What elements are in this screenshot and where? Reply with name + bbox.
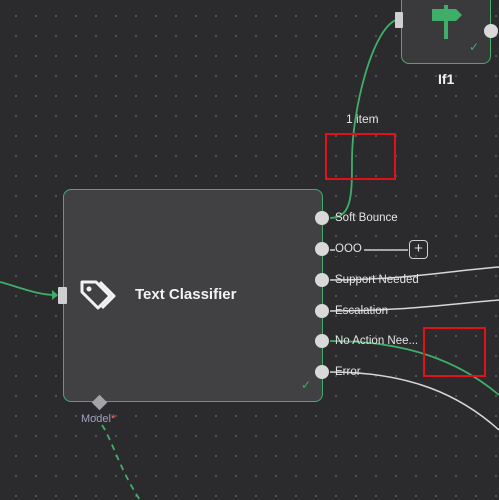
success-check-icon: ✓ [301,378,312,392]
if1-output-handle[interactable] [484,24,498,38]
connection-error[interactable] [329,371,499,431]
output-handle-error[interactable] [315,365,329,379]
connection-input[interactable] [0,281,57,296]
output-label-support-needed: Support Needed [335,274,419,286]
if1-node-title: If1 [438,71,455,87]
signpost-icon [432,5,462,39]
highlight-box-top [325,133,396,180]
output-label-no-action-needed: No Action Nee... [335,335,419,347]
output-label-escalation: Escalation [335,305,389,317]
if1-input-handle[interactable] [395,12,403,28]
model-input-label: Model* [81,413,116,425]
add-node-button[interactable]: + [409,240,428,259]
output-label-soft-bounce: Soft Bounce [335,212,398,224]
tags-icon [80,280,116,310]
text-classifier-input-handle[interactable] [58,287,67,304]
highlight-box-bottom [423,327,486,377]
connection-model[interactable] [101,424,141,500]
output-handle-escalation[interactable] [315,304,329,318]
required-marker: * [110,413,116,425]
success-check-icon: ✓ [469,40,480,54]
output-handle-support-needed[interactable] [315,273,329,287]
output-handle-ooo[interactable] [315,242,329,256]
text-classifier-title: Text Classifier [135,286,237,303]
if1-node[interactable] [401,0,491,64]
output-label-ooo: OOO [335,242,364,256]
edge-item-count: 1 item [346,112,379,126]
output-label-error: Error [335,366,361,378]
output-handle-no-action-needed[interactable] [315,334,329,348]
output-handle-soft-bounce[interactable] [315,211,329,225]
